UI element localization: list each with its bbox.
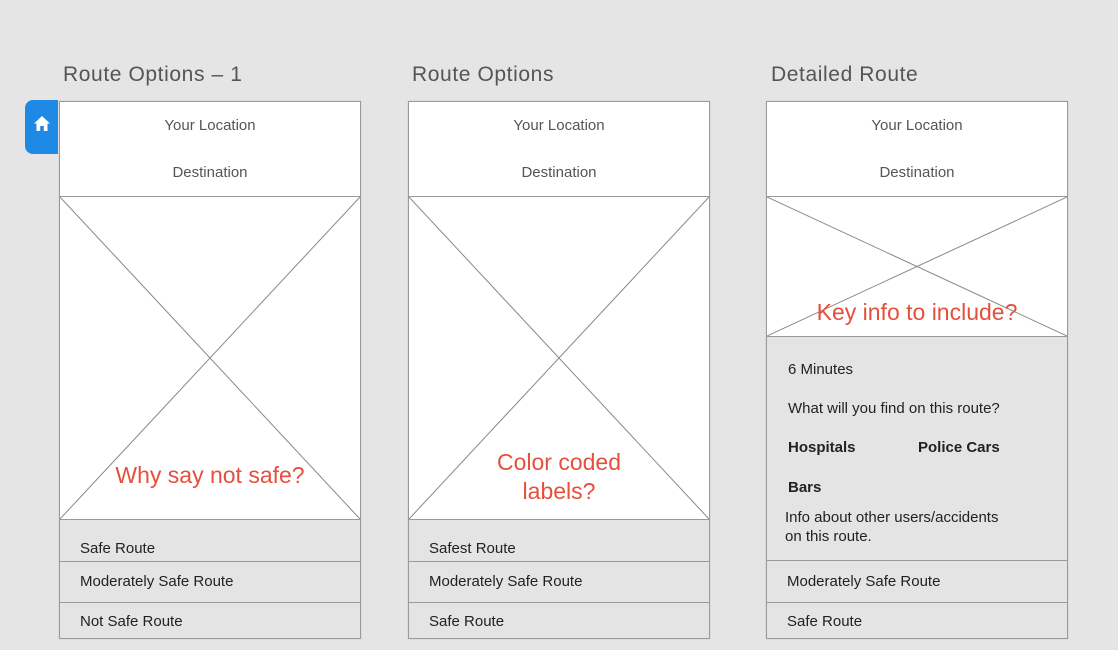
- route-option[interactable]: Moderately Safe Route: [767, 560, 1067, 602]
- screen-title: Route Options – 1: [63, 63, 243, 86]
- annotation-note-line1: Color coded: [496, 449, 622, 475]
- info-line-2: on this route.: [785, 528, 872, 545]
- info-line-1: Info about other users/accidents: [785, 509, 999, 526]
- route-options-screen-2: Your Location Destination Color coded la…: [408, 101, 710, 639]
- map-placeholder: Key info to include?: [767, 197, 1067, 336]
- screen-title: Route Options: [412, 63, 555, 86]
- route-option[interactable]: Safest Route: [409, 519, 709, 561]
- feature-hospitals: Hospitals: [788, 439, 856, 456]
- route-details-panel: 6 Minutes What will you find on this rou…: [767, 336, 1067, 560]
- feature-police-cars: Police Cars: [918, 439, 1000, 456]
- destination-field[interactable]: Destination: [409, 149, 709, 197]
- route-duration: 6 Minutes: [788, 361, 854, 378]
- annotation-note-line2: labels?: [522, 478, 596, 504]
- annotation-note: Why say not safe?: [115, 462, 305, 488]
- your-location-field[interactable]: Your Location: [409, 102, 709, 150]
- route-options-screen-1: Your Location Destination Why say not sa…: [59, 101, 361, 639]
- route-option[interactable]: Not Safe Route: [60, 602, 360, 638]
- map-placeholder: Color coded labels?: [409, 197, 709, 519]
- route-option[interactable]: Safe Route: [60, 519, 360, 561]
- destination-field[interactable]: Destination: [60, 149, 360, 197]
- screen-title: Detailed Route: [771, 63, 919, 86]
- route-option[interactable]: Moderately Safe Route: [409, 561, 709, 602]
- feature-bars: Bars: [788, 479, 822, 496]
- route-option[interactable]: Moderately Safe Route: [60, 561, 360, 602]
- destination-field[interactable]: Destination: [767, 149, 1067, 197]
- route-option[interactable]: Safe Route: [767, 602, 1067, 638]
- annotation-note: Key info to include?: [816, 299, 1018, 325]
- your-location-field[interactable]: Your Location: [60, 102, 360, 150]
- route-option[interactable]: Safe Route: [409, 602, 709, 638]
- home-tab[interactable]: [25, 100, 58, 154]
- detailed-route-screen: Your Location Destination Key info to in…: [766, 101, 1068, 639]
- your-location-field[interactable]: Your Location: [767, 102, 1067, 150]
- map-placeholder: Why say not safe?: [60, 197, 360, 519]
- home-icon: [34, 116, 50, 131]
- route-question: What will you find on this route?: [788, 400, 1000, 417]
